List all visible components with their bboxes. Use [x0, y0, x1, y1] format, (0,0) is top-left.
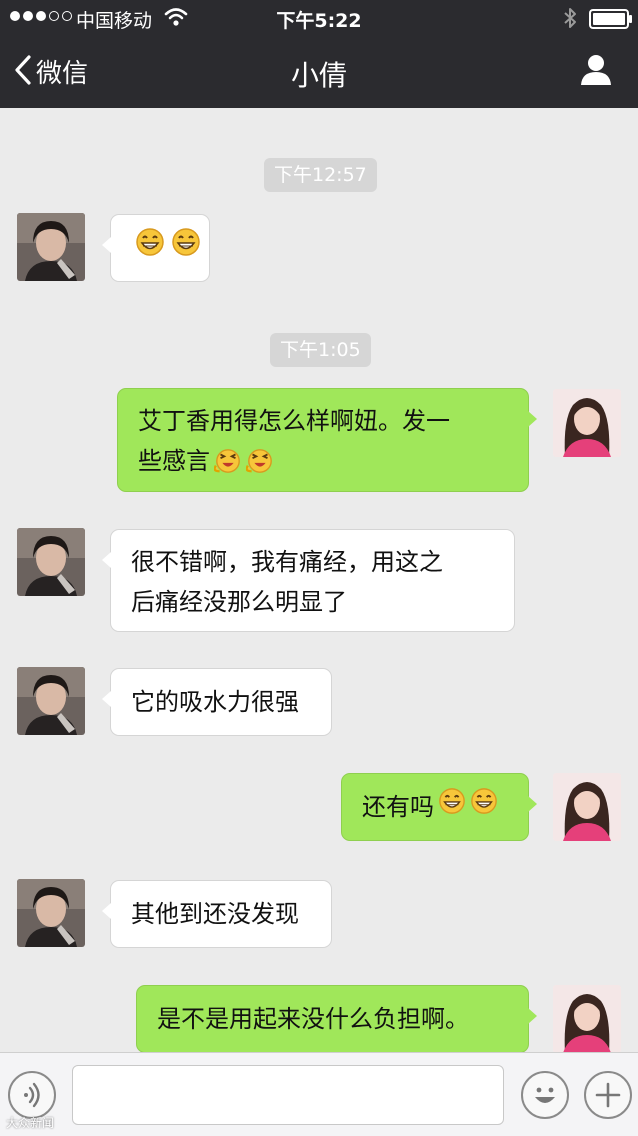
chat-title: 小倩: [290, 59, 347, 92]
laugh-emoji-icon: [213, 447, 242, 487]
contact-avatar[interactable]: [17, 667, 85, 735]
chat-info-button[interactable]: [578, 52, 614, 92]
message-text: 是不是用起来没什么负担啊。: [157, 1005, 469, 1033]
grin-emoji-icon: [470, 787, 498, 827]
message-text: 些感言: [138, 447, 210, 475]
message-input-bar: [0, 1052, 638, 1136]
message-bubble-incoming[interactable]: 其他到还没发现: [102, 880, 332, 948]
status-bar: 中国移动 下午5:22: [0, 0, 638, 36]
message-text: 它的吸水力很强: [131, 688, 299, 716]
emoji-icon: [523, 1087, 567, 1121]
message-text: 很不错啊，我有痛经，用这之: [131, 548, 443, 576]
watermark: 大众新闻: [6, 1116, 55, 1130]
contact-avatar[interactable]: [17, 879, 85, 947]
voice-input-button[interactable]: [8, 1071, 56, 1119]
message-text-field[interactable]: [72, 1065, 504, 1125]
battery-icon: [589, 9, 633, 34]
message-bubble-incoming[interactable]: [102, 214, 210, 282]
user-icon: [578, 55, 614, 92]
contact-avatar[interactable]: [17, 528, 85, 596]
my-avatar[interactable]: [553, 773, 621, 841]
message-bubble-incoming[interactable]: 它的吸水力很强: [102, 668, 332, 736]
grin-emoji-icon: [171, 227, 201, 269]
message-timestamp: 下午12:57: [264, 158, 377, 192]
message-timestamp: 下午1:05: [270, 333, 371, 367]
laugh-emoji-icon: [245, 447, 274, 487]
message-bubble-incoming[interactable]: 很不错啊，我有痛经，用这之 后痛经没那么明显了: [102, 529, 515, 632]
navigation-bar: 微信 小倩: [0, 36, 638, 108]
message-text: 其他到还没发现: [131, 900, 299, 928]
grin-emoji-icon: [438, 787, 466, 827]
message-text: 艾丁香用得怎么样啊妞。发一: [138, 407, 450, 435]
plus-icon: [586, 1082, 630, 1121]
my-avatar[interactable]: [553, 389, 621, 457]
contact-avatar[interactable]: [17, 213, 85, 281]
message-bubble-outgoing[interactable]: 是不是用起来没什么负担啊。: [136, 985, 537, 1052]
emoji-button[interactable]: [521, 1071, 569, 1119]
message-bubble-outgoing[interactable]: 艾丁香用得怎么样啊妞。发一 些感言: [117, 388, 537, 492]
bluetooth-icon: [563, 6, 577, 35]
status-time: 下午5:22: [276, 10, 362, 32]
more-options-button[interactable]: [584, 1071, 632, 1119]
message-text: 还有吗: [362, 793, 434, 821]
my-avatar[interactable]: [553, 985, 621, 1052]
message-bubble-outgoing[interactable]: 还有吗: [341, 773, 537, 841]
message-text: 后痛经没那么明显了: [131, 588, 347, 616]
grin-emoji-icon: [135, 227, 165, 269]
chat-message-list[interactable]: 下午12:57 下午1:05 艾丁香用得怎么样啊妞。发一 些感言 很不错啊，我有…: [0, 108, 638, 1052]
